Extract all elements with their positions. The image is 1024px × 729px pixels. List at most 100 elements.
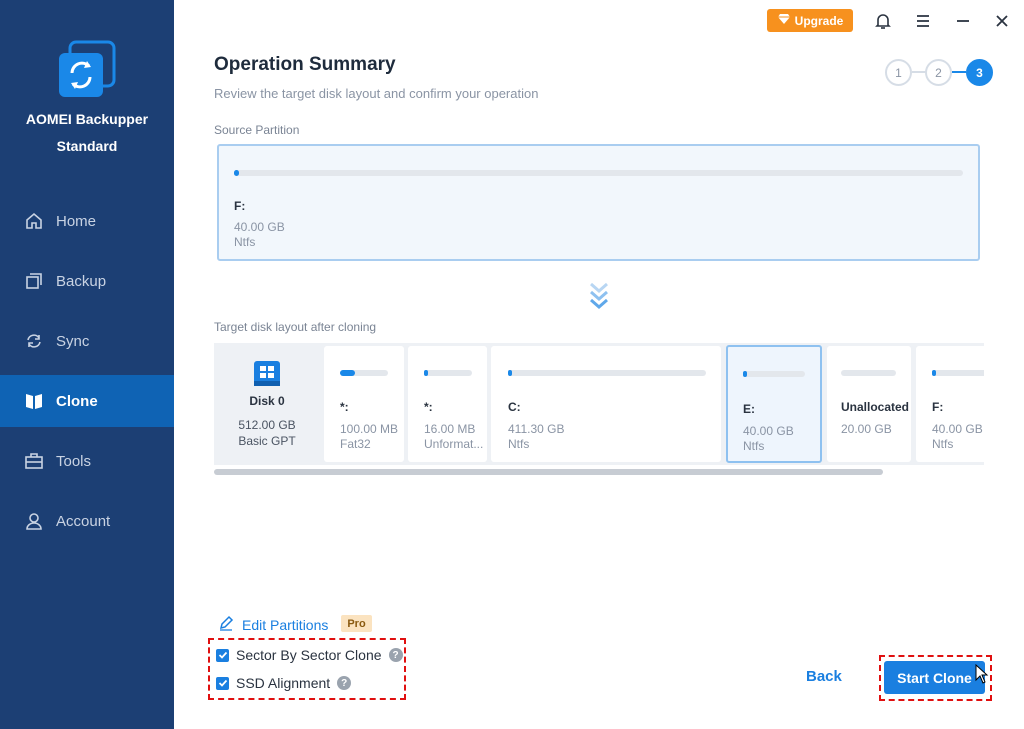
partition-fs: Fat32 <box>340 437 371 451</box>
target-partition-card[interactable]: C: 411.30 GB Ntfs <box>491 346 721 462</box>
sidebar-item-label: Backup <box>56 272 107 290</box>
step-connector <box>912 71 926 73</box>
sidebar-item-backup[interactable]: Backup <box>0 255 174 307</box>
partition-size: 20.00 GB <box>841 422 892 436</box>
sidebar-item-clone[interactable]: Clone <box>0 375 174 427</box>
partition-fs: Ntfs <box>743 439 765 453</box>
sector-by-sector-label: Sector By Sector Clone <box>236 647 382 663</box>
step-3: 3 <box>966 59 993 86</box>
horizontal-scrollbar[interactable] <box>214 469 883 475</box>
bell-icon[interactable] <box>871 9 895 33</box>
ssd-alignment-label: SSD Alignment <box>236 675 331 691</box>
app-logo <box>56 40 116 100</box>
usage-bar <box>841 370 896 376</box>
tools-icon <box>24 451 44 471</box>
partition-size: 100.00 MB <box>340 422 399 436</box>
usage-bar <box>508 370 706 376</box>
close-icon[interactable] <box>990 9 1014 33</box>
partition-size: 40.00 GB <box>932 422 983 436</box>
minimize-icon[interactable] <box>951 9 975 33</box>
sidebar: AOMEI Backupper Standard Home Backup Syn… <box>0 0 174 729</box>
partition-name: E: <box>743 402 755 416</box>
sidebar-item-label: Sync <box>56 332 90 350</box>
target-disk-layout: Disk 0 512.00 GB Basic GPT *: 100.00 MB … <box>214 343 984 465</box>
app-name: AOMEI Backupper <box>25 111 149 127</box>
edit-partitions-label: Edit Partitions <box>242 616 329 633</box>
target-partition-card[interactable]: *: 16.00 MB Unformat... <box>408 346 487 462</box>
help-icon[interactable]: ? <box>337 676 352 690</box>
home-icon <box>24 211 44 231</box>
page-subtitle: Review the target disk layout and confir… <box>214 86 539 101</box>
target-partition-card[interactable]: Unallocated 20.00 GB <box>827 346 911 462</box>
partition-name: F: <box>234 199 246 213</box>
usage-fill <box>932 370 936 376</box>
usage-bar <box>234 170 963 176</box>
target-partition-card[interactable]: *: 100.00 MB Fat32 <box>324 346 404 462</box>
usage-fill <box>743 371 747 377</box>
partition-fs: Ntfs <box>234 235 256 249</box>
target-partition-card[interactable]: F: 40.00 GB Ntfs <box>916 346 984 462</box>
sidebar-item-tools[interactable]: Tools <box>0 435 174 487</box>
partition-fs: Ntfs <box>932 437 954 451</box>
partition-size: 40.00 GB <box>234 220 285 234</box>
step-2: 2 <box>925 59 952 86</box>
mouse-cursor-icon <box>975 663 989 684</box>
edit-partitions-link[interactable]: Edit Partitions <box>218 615 328 634</box>
help-icon[interactable]: ? <box>388 648 403 662</box>
sidebar-item-label: Clone <box>56 392 98 410</box>
partition-name: Unallocated <box>841 400 910 414</box>
partition-name: C: <box>508 400 521 414</box>
usage-fill <box>234 170 239 176</box>
usage-fill <box>424 370 428 376</box>
start-clone-button[interactable]: Start Clone <box>884 661 985 694</box>
usage-fill <box>340 370 355 376</box>
partition-size: 40.00 GB <box>743 424 794 438</box>
partition-name: *: <box>424 400 433 414</box>
partition-name: *: <box>340 400 349 414</box>
usage-fill <box>508 370 512 376</box>
usage-bar <box>340 370 388 376</box>
disk-icon <box>252 359 282 394</box>
account-icon <box>24 511 44 531</box>
partition-size: 411.30 GB <box>508 422 565 436</box>
sidebar-item-account[interactable]: Account <box>0 495 174 547</box>
sidebar-item-home[interactable]: Home <box>0 195 174 247</box>
disk-name: Disk 0 <box>249 394 285 408</box>
usage-bar <box>932 370 984 376</box>
target-disk-card: Disk 0 512.00 GB Basic GPT <box>214 343 320 465</box>
ssd-alignment-option[interactable]: SSD Alignment ? <box>216 675 352 691</box>
usage-bar <box>743 371 805 377</box>
sidebar-item-label: Home <box>56 212 97 230</box>
step-1: 1 <box>885 59 912 86</box>
clone-icon <box>24 391 44 411</box>
source-partition-label: Source Partition <box>214 123 300 137</box>
partition-fs: Unformat... <box>424 437 484 451</box>
sidebar-item-label: Account <box>56 512 111 530</box>
disk-size: 512.00 GB <box>238 418 296 432</box>
sync-icon <box>24 331 44 351</box>
pencil-icon <box>218 615 234 634</box>
upgrade-button[interactable]: Upgrade <box>767 9 853 32</box>
ssd-alignment-checkbox[interactable] <box>216 676 229 690</box>
step-connector <box>952 71 966 73</box>
app-edition: Standard <box>56 138 118 154</box>
back-button[interactable]: Back <box>806 668 842 685</box>
sector-by-sector-checkbox[interactable] <box>216 648 229 662</box>
disk-type: Basic GPT <box>238 434 296 448</box>
sidebar-item-label: Tools <box>56 452 92 470</box>
partition-fs: Ntfs <box>508 437 530 451</box>
target-layout-label: Target disk layout after cloning <box>214 320 377 334</box>
double-chevron-down-icon <box>587 282 611 314</box>
menu-icon[interactable] <box>911 9 935 33</box>
pro-badge: Pro <box>341 615 372 632</box>
backup-icon <box>24 271 44 291</box>
target-partition-card-selected[interactable]: E: 40.00 GB Ntfs <box>726 345 822 463</box>
page-title: Operation Summary <box>214 54 396 75</box>
usage-bar <box>424 370 472 376</box>
sector-by-sector-option[interactable]: Sector By Sector Clone ? <box>216 647 403 663</box>
upgrade-label: Upgrade <box>794 13 844 28</box>
sidebar-item-sync[interactable]: Sync <box>0 315 174 367</box>
partition-name: F: <box>932 400 944 414</box>
source-partition-card[interactable]: F: 40.00 GB Ntfs <box>217 144 980 261</box>
diamond-icon <box>777 13 791 28</box>
